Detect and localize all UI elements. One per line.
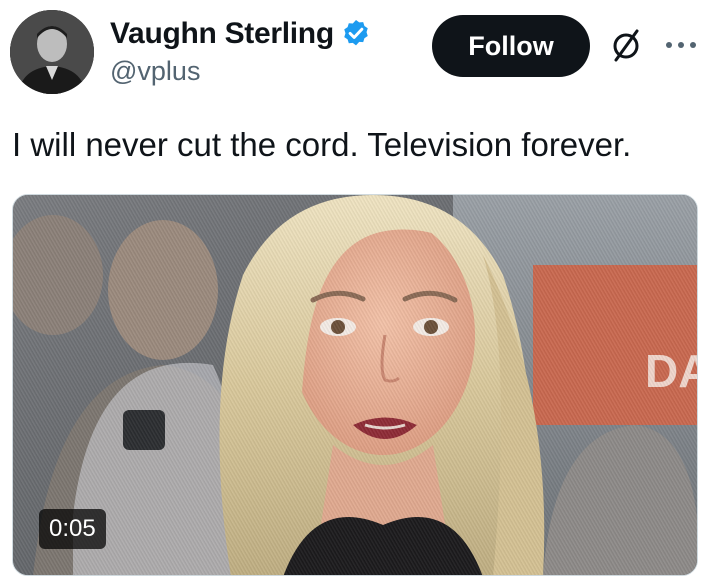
tweet-text: I will never cut the cord. Television fo… [12, 126, 632, 163]
verified-badge-icon[interactable] [340, 18, 372, 50]
grok-slash-circle-icon[interactable] [606, 25, 646, 65]
more-horizontal-icon[interactable] [662, 30, 700, 60]
avatar-image [10, 10, 94, 94]
video-thumbnail: DA [13, 195, 698, 575]
background-sign-text: DA [645, 345, 698, 397]
follow-button[interactable]: Follow [432, 15, 590, 77]
video-duration-badge: 0:05 [39, 509, 106, 549]
avatar[interactable] [10, 10, 94, 94]
tweet-header: Vaughn Sterling @vplus Follow [0, 0, 710, 100]
video-player[interactable]: DA 0:05 [12, 194, 698, 576]
name-row: Vaughn Sterling [110, 14, 372, 54]
user-handle[interactable]: @vplus [110, 56, 200, 87]
display-name[interactable]: Vaughn Sterling [110, 17, 334, 51]
